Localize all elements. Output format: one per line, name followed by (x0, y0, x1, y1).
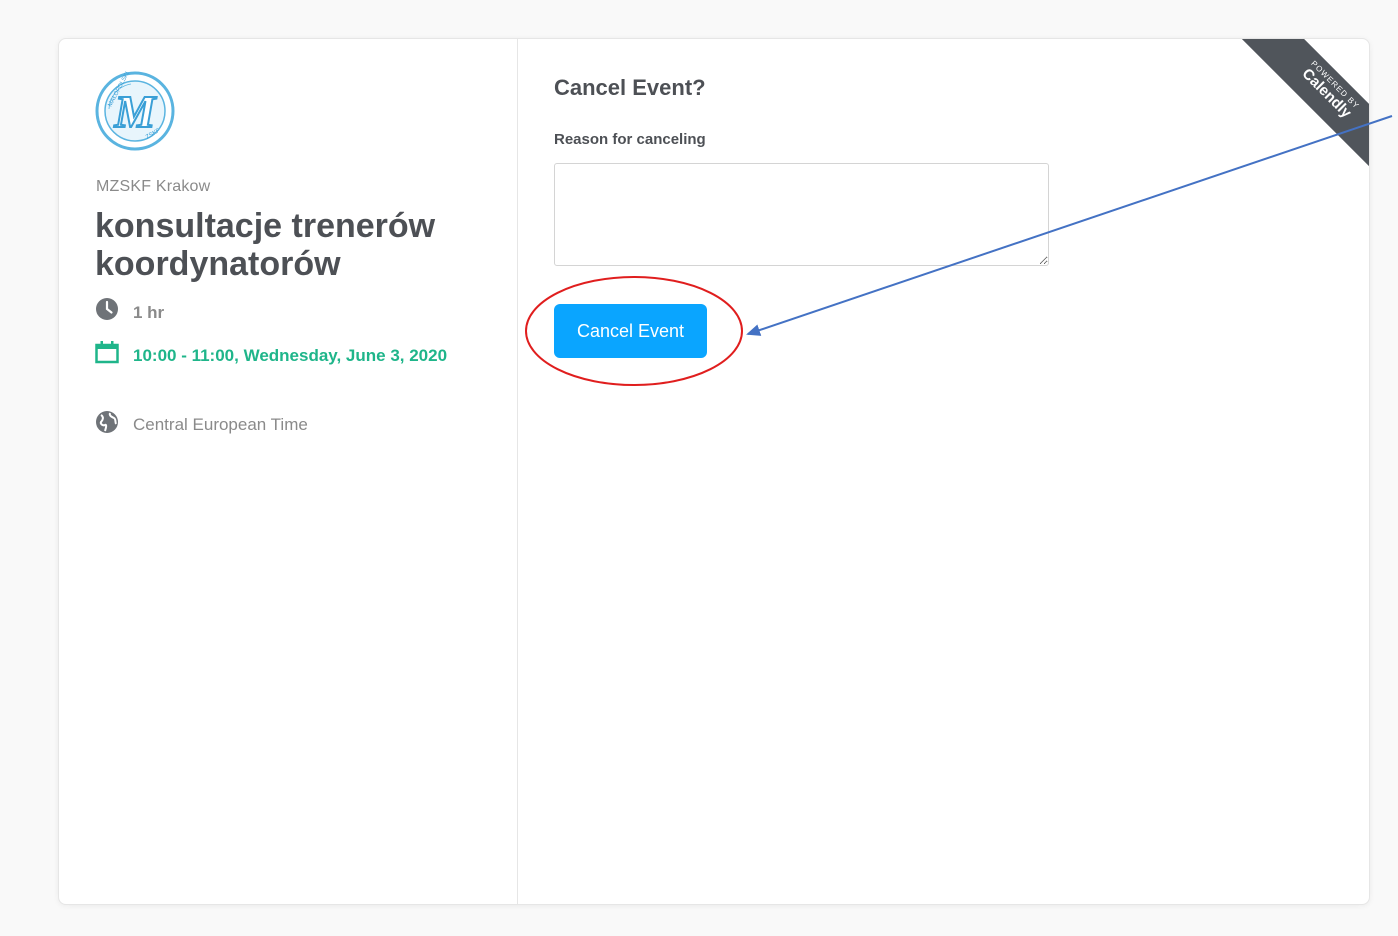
powered-by-ribbon[interactable]: POWERED BY Calendly (1235, 39, 1369, 173)
organization-name: MZSKF Krakow (96, 178, 211, 195)
ribbon-band[interactable]: POWERED BY Calendly (1240, 39, 1369, 173)
booking-card: M MAŁOPOLSKI ZSKF MZSKF Krakow konsultac… (58, 38, 1370, 905)
clock-icon (96, 298, 118, 320)
calendar-icon (95, 341, 119, 364)
event-duration: 1 hr (95, 297, 164, 327)
datetime-text: 10:00 - 11:00, Wednesday, June 3, 2020 (133, 346, 448, 365)
duration-text: 1 hr (133, 303, 165, 322)
cancel-event-button[interactable]: Cancel Event (554, 304, 707, 358)
event-datetime: 10:00 - 11:00, Wednesday, June 3, 2020 (95, 340, 475, 370)
reason-input[interactable] (554, 163, 1049, 266)
timezone-text[interactable]: Central European Time (133, 411, 308, 439)
reason-label: Reason for canceling (554, 131, 706, 148)
event-title: konsultacje trenerów koordynatorów (95, 207, 436, 283)
cancel-heading: Cancel Event? (554, 75, 706, 100)
organization-logo: M MAŁOPOLSKI ZSKF (95, 71, 175, 151)
globe-icon (96, 411, 118, 433)
event-timezone: Central European Time (95, 410, 308, 439)
event-details-panel: M MAŁOPOLSKI ZSKF MZSKF Krakow konsultac… (59, 39, 518, 904)
page: M MAŁOPOLSKI ZSKF MZSKF Krakow konsultac… (0, 0, 1398, 936)
